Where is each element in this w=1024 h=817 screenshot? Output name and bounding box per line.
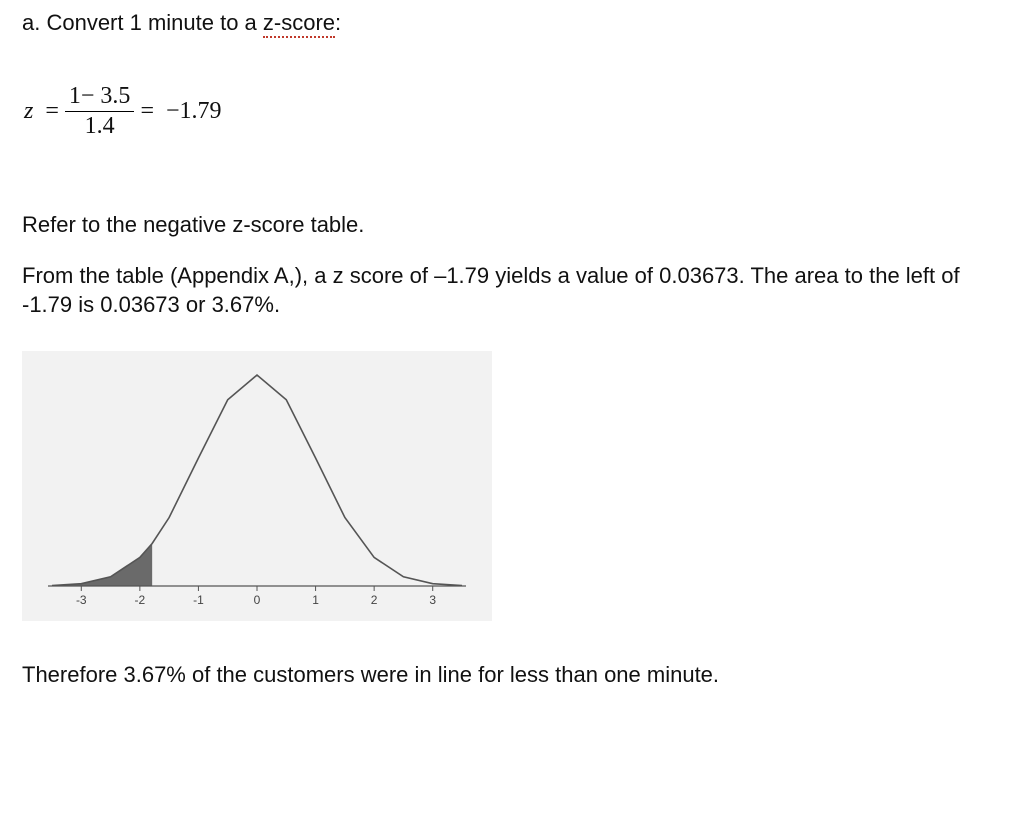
formula-result: −1.79: [166, 98, 222, 125]
heading-zscore: z-score: [263, 10, 335, 38]
x-tick-label: -2: [135, 593, 146, 607]
x-tick-label: -3: [76, 593, 87, 607]
shaded-area: [52, 544, 152, 587]
conclusion: Therefore 3.67% of the customers were in…: [22, 661, 1002, 690]
x-tick-label: 3: [429, 593, 436, 607]
heading-suffix: :: [335, 10, 341, 35]
formula-numerator: 1− 3.5: [65, 84, 135, 112]
formula-eq2: =: [140, 98, 154, 125]
chart-svg: -3 -2 -1 0 1 2 3: [22, 351, 492, 621]
formula-z: z: [24, 98, 33, 125]
heading-prefix: a. Convert 1 minute to a: [22, 10, 263, 35]
x-tick-label: 1: [312, 593, 319, 607]
formula-fraction: 1− 3.5 1.4: [65, 84, 135, 139]
formula-eq1: =: [45, 98, 59, 125]
x-tick-label: -1: [193, 593, 204, 607]
formula-denominator: 1.4: [81, 112, 119, 139]
zscore-formula: z = 1− 3.5 1.4 = −1.79: [24, 84, 1002, 139]
x-tick-label: 2: [371, 593, 378, 607]
normal-curve: [52, 375, 462, 586]
para-from: From the table (Appendix A,), a z score …: [22, 262, 1002, 319]
x-tick-label: 0: [254, 593, 261, 607]
normal-curve-chart: -3 -2 -1 0 1 2 3: [22, 351, 492, 621]
para-refer: Refer to the negative z-score table.: [22, 211, 1002, 240]
heading: a. Convert 1 minute to a z-score:: [22, 10, 1002, 36]
